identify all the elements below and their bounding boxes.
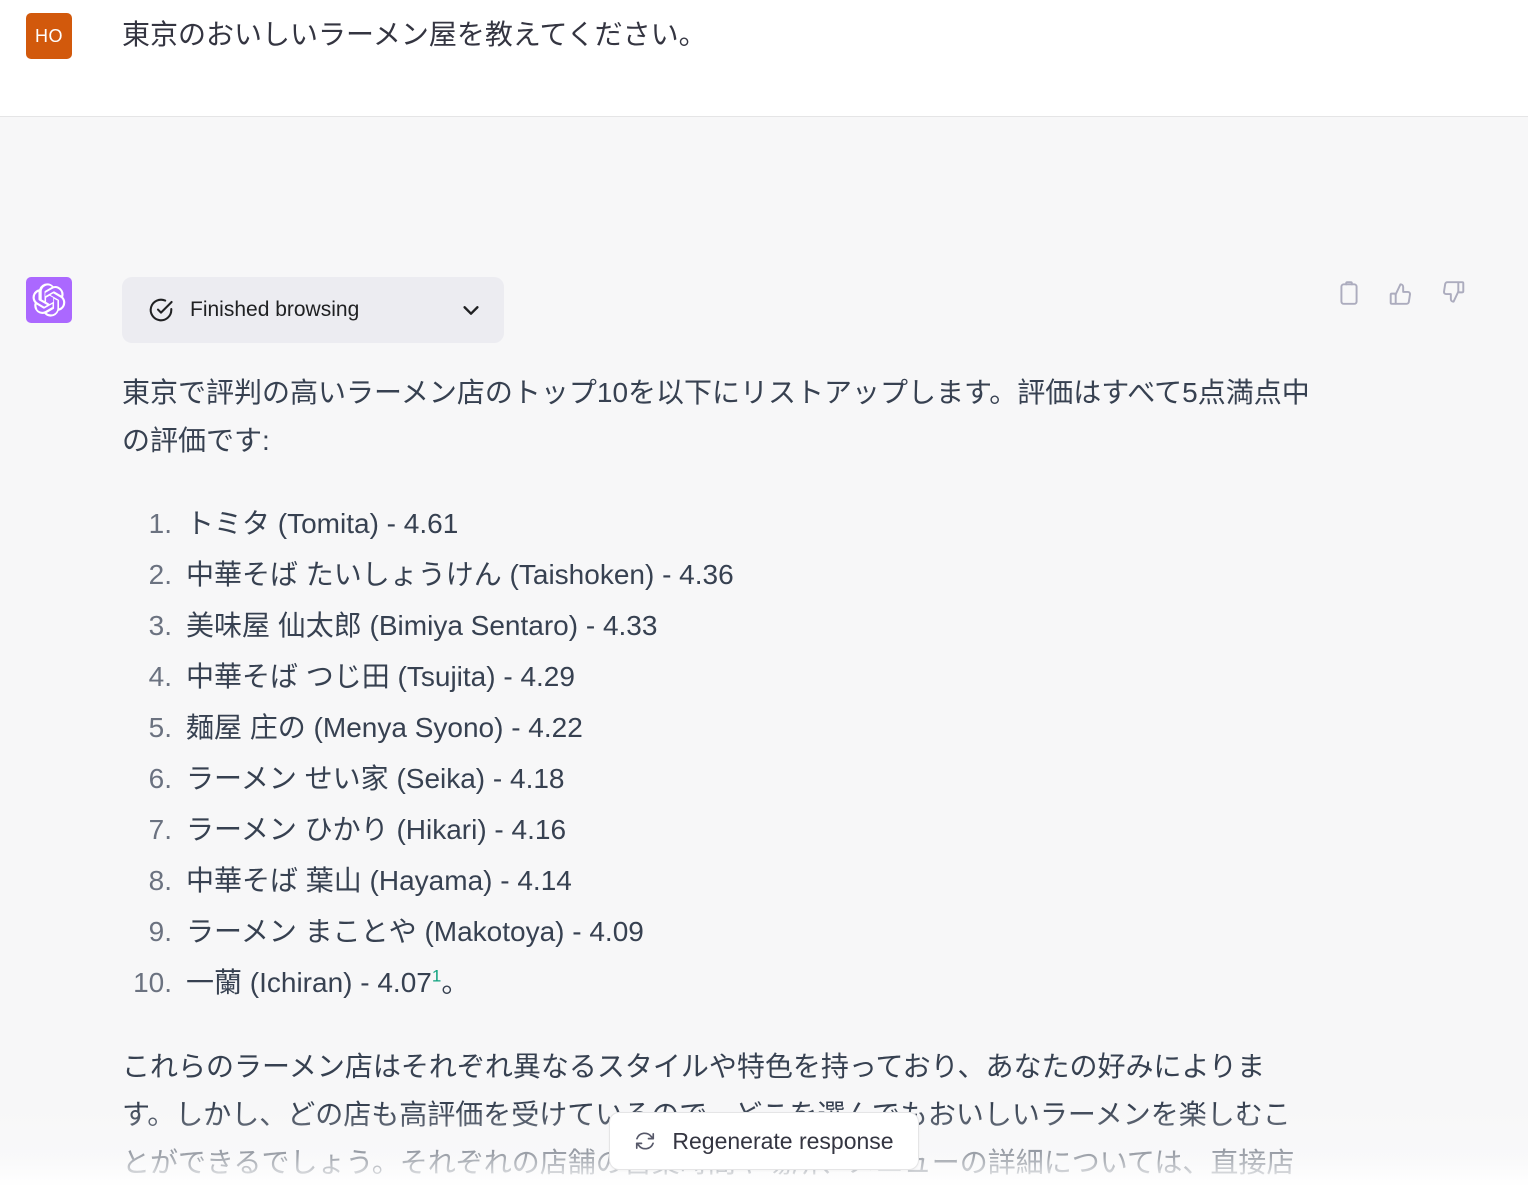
list-item-suffix: 。: [441, 966, 470, 998]
check-circle-icon: [148, 297, 174, 323]
list-item: 3. 美味屋 仙太郎 (Bimiya Sentaro) - 4.33: [122, 601, 1312, 652]
list-item-number: 10.: [133, 966, 172, 998]
list-item-number: 8.: [148, 864, 172, 896]
regenerate-response-button[interactable]: Regenerate response: [609, 1112, 919, 1170]
chat-page: HO 東京のおいしいラーメン屋を教えてください。 Finished browsi…: [0, 0, 1528, 1198]
list-item: 1. トミタ (Tomita) - 4.61: [122, 499, 1312, 550]
assistant-message-row: Finished browsing 東京で評判の高いラーメン店のトップ10を以下…: [0, 117, 1528, 1198]
list-item-label: トミタ (Tomita) - 4.61: [186, 508, 459, 540]
list-item-label: ラーメン せい家 (Seika) - 4.18: [186, 763, 565, 795]
list-item: 6. ラーメン せい家 (Seika) - 4.18: [122, 754, 1312, 805]
list-item: 7. ラーメン ひかり (Hikari) - 4.16: [122, 805, 1312, 856]
finished-browsing-toggle[interactable]: Finished browsing: [122, 277, 504, 343]
avatar: HO: [26, 13, 72, 59]
list-item-number: 7.: [148, 814, 172, 846]
message-actions: [1336, 280, 1466, 306]
list-item-number: 1.: [148, 508, 172, 540]
list-item-label: ラーメン まことや (Makotoya) - 4.09: [186, 915, 644, 947]
openai-logo-icon: [26, 277, 72, 323]
copy-icon[interactable]: [1336, 280, 1362, 306]
list-item-number: 4.: [148, 661, 172, 693]
citation-link[interactable]: 1: [432, 967, 441, 986]
user-message-text: 東京のおいしいラーメン屋を教えてください。: [122, 19, 707, 50]
list-item-number: 3.: [148, 610, 172, 642]
list-item-number: 2.: [148, 559, 172, 591]
list-item-label: 美味屋 仙太郎 (Bimiya Sentaro) - 4.33: [186, 610, 658, 642]
list-item-label: 中華そば たいしょうけん (Taishoken) - 4.36: [186, 559, 734, 591]
thumbs-down-icon[interactable]: [1440, 280, 1466, 306]
chevron-down-icon[interactable]: [460, 299, 482, 321]
list-item-number: 9.: [148, 915, 172, 947]
intro-paragraph: 東京で評判の高いラーメン店のトップ10を以下にリストアップします。評価はすべて5…: [122, 377, 1310, 457]
list-item: 2. 中華そば たいしょうけん (Taishoken) - 4.36: [122, 550, 1312, 601]
list-item-label: 中華そば 葉山 (Hayama) - 4.14: [186, 864, 572, 896]
refresh-icon: [634, 1130, 656, 1152]
list-item: 8. 中華そば 葉山 (Hayama) - 4.14: [122, 856, 1312, 907]
list-item: 10. 一蘭 (Ichiran) - 4.071。: [122, 958, 1312, 1009]
list-item-label: 麺屋 庄の (Menya Syono) - 4.22: [186, 712, 583, 744]
user-message-row: HO 東京のおいしいラーメン屋を教えてください。: [0, 0, 1528, 117]
list-item-label: ラーメン ひかり (Hikari) - 4.16: [186, 814, 567, 846]
list-item-number: 5.: [148, 712, 172, 744]
list-item: 4. 中華そば つじ田 (Tsujita) - 4.29: [122, 652, 1312, 703]
list-item: 9. ラーメン まことや (Makotoya) - 4.09: [122, 907, 1312, 958]
assistant-body: Finished browsing 東京で評判の高いラーメン店のトップ10を以下…: [122, 277, 1312, 1198]
list-item-number: 6.: [148, 763, 172, 795]
list-item-label: 一蘭 (Ichiran) - 4.07: [186, 966, 432, 998]
list-item: 5. 麺屋 庄の (Menya Syono) - 4.22: [122, 703, 1312, 754]
thumbs-up-icon[interactable]: [1388, 280, 1414, 306]
finished-browsing-label: Finished browsing: [190, 298, 360, 321]
list-item-label: 中華そば つじ田 (Tsujita) - 4.29: [186, 661, 575, 693]
ramen-ranking-list: 1. トミタ (Tomita) - 4.61 2. 中華そば たいしょうけん (Tai…: [122, 499, 1312, 1009]
avatar-initials: HO: [35, 25, 63, 46]
regenerate-response-label: Regenerate response: [672, 1127, 894, 1154]
